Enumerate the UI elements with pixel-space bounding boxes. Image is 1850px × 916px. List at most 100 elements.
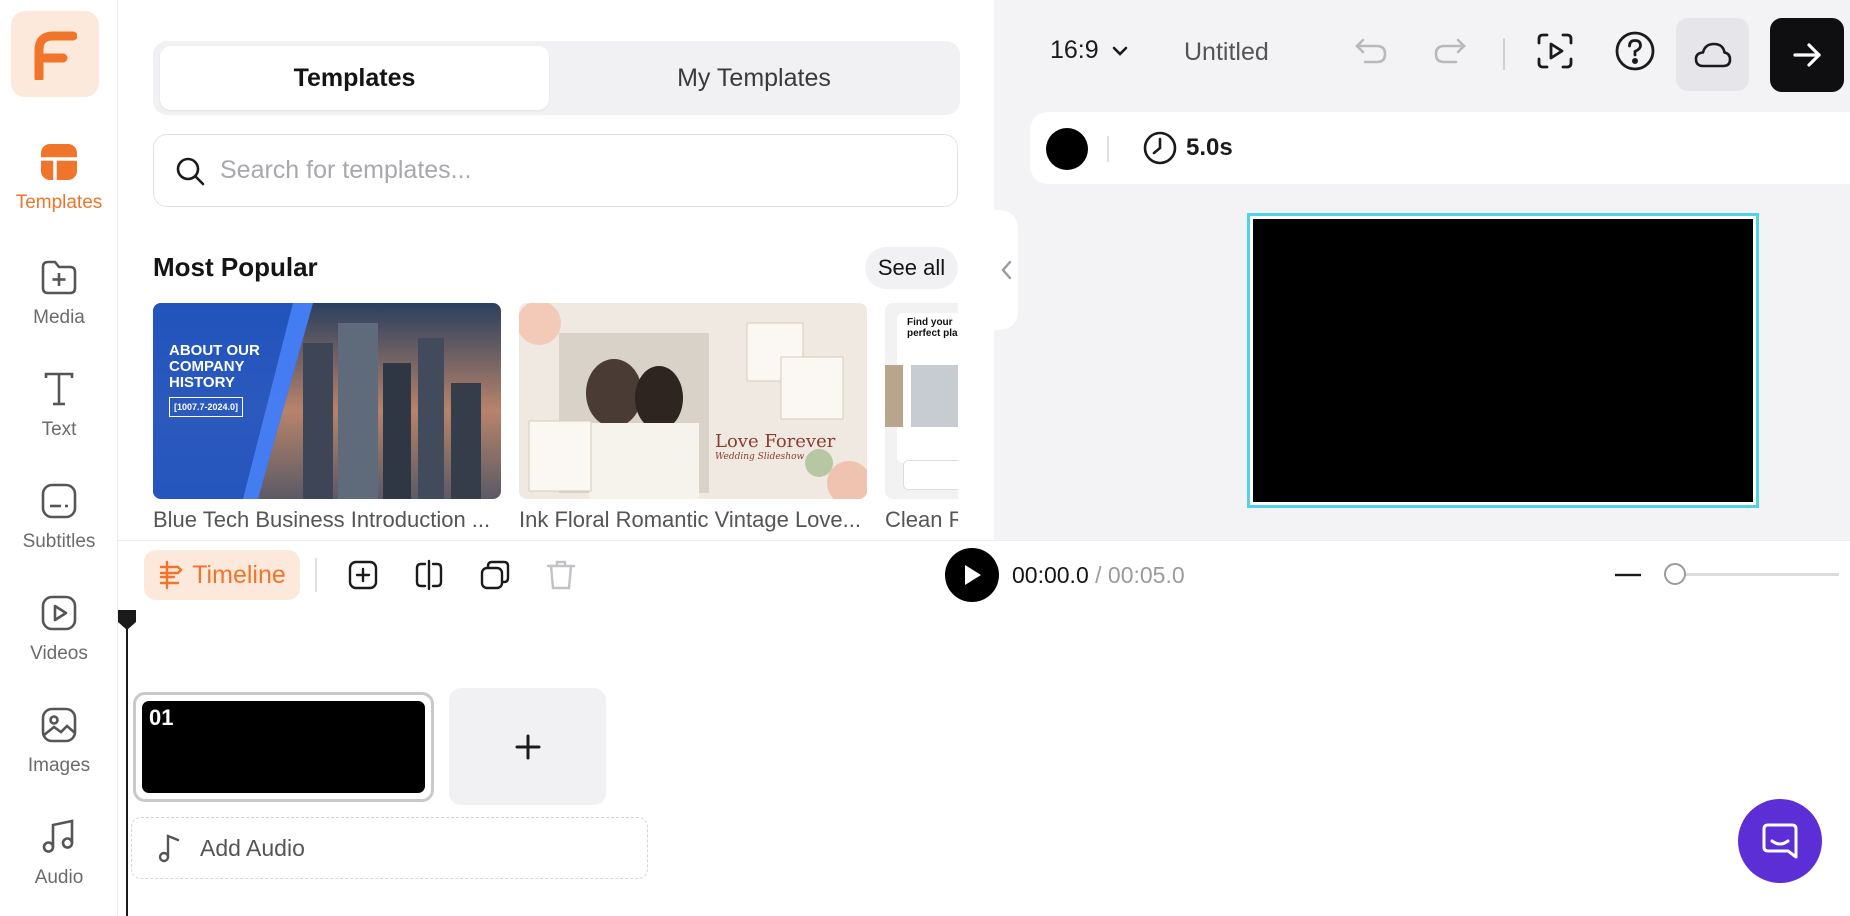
media-icon: [37, 255, 81, 299]
undo-icon: [1355, 38, 1387, 64]
project-title[interactable]: Untitled: [1184, 38, 1269, 67]
sidebar-item-label: Audio: [34, 867, 84, 888]
templates-icon: [37, 140, 81, 184]
playback-time: 00:00.0 / 00:05.0: [1012, 562, 1185, 589]
sidebar-item-videos[interactable]: Videos: [0, 591, 118, 691]
template-caption: Blue Tech Business Introduction ...: [153, 507, 491, 532]
properties-divider: [1107, 136, 1109, 162]
canvas-selection[interactable]: [1247, 213, 1759, 508]
clock-icon: [1143, 131, 1177, 165]
template-card[interactable]: ABOUT OUR COMPANY HISTORY [1007.7-2024.0…: [153, 303, 501, 533]
add-audio-button[interactable]: Add Audio: [131, 817, 648, 879]
delete-button[interactable]: [538, 552, 584, 598]
music-note-icon: [154, 833, 184, 863]
total-time: 00:05.0: [1107, 562, 1185, 588]
template-card[interactable]: Find your perfect plac Clean R: [885, 303, 958, 533]
chevron-down-icon: [1112, 46, 1127, 56]
left-sidebar: Templates Media Text Subtitles Videos Im…: [0, 0, 118, 916]
playhead-line: [126, 610, 128, 916]
collapse-panel-button[interactable]: [994, 210, 1018, 330]
add-scene-tool-button[interactable]: [340, 552, 386, 598]
help-icon: [1615, 31, 1655, 71]
logo-icon: [34, 31, 77, 80]
duplicate-icon: [480, 560, 510, 590]
chat-support-button[interactable]: [1738, 799, 1822, 883]
preview-play-icon: [1537, 33, 1573, 69]
time-separator: /: [1088, 562, 1108, 588]
template-tabs: Templates My Templates: [153, 41, 960, 115]
sidebar-item-templates[interactable]: Templates: [0, 140, 118, 240]
split-icon: [415, 559, 443, 591]
search-icon: [172, 153, 208, 189]
template-carousel: ABOUT OUR COMPANY HISTORY [1007.7-2024.0…: [153, 303, 958, 538]
duration-value: 5.0s: [1186, 134, 1233, 161]
zoom-out-button[interactable]: [1614, 562, 1642, 588]
timeline-toolbar-divider: [315, 558, 317, 592]
split-button[interactable]: [406, 552, 452, 598]
chevron-left-icon: [1001, 260, 1012, 280]
sidebar-item-label: Templates: [15, 192, 103, 213]
add-scene-button[interactable]: [449, 688, 606, 805]
sidebar-item-media[interactable]: Media: [0, 255, 118, 355]
sidebar-item-label: Videos: [30, 643, 88, 664]
sidebar-item-images[interactable]: Images: [0, 703, 118, 803]
template-caption: Ink Floral Romantic Vintage Love...: [519, 507, 861, 532]
arrow-right-icon: [1793, 43, 1821, 67]
help-button[interactable]: [1608, 24, 1662, 78]
cloud-save-button[interactable]: [1676, 18, 1749, 91]
template-thumbnail: Love Forever Wedding Slideshow: [519, 303, 867, 499]
scene-clip-thumbnail: 01: [142, 701, 425, 793]
video-canvas[interactable]: [1253, 219, 1753, 502]
timeline-label: Timeline: [192, 560, 286, 589]
thumbnail-text: Find your perfect plac: [907, 317, 958, 339]
scene-number: 01: [149, 705, 174, 730]
redo-button[interactable]: [1423, 24, 1477, 78]
thumbnail-text: Love Forever Wedding Slideshow: [715, 431, 836, 462]
zoom-slider-handle[interactable]: [1664, 563, 1686, 585]
thumbnail-text: ABOUT OUR COMPANY HISTORY [1007.7-2024.0…: [169, 343, 260, 417]
chat-icon: [1762, 823, 1798, 859]
sidebar-item-text[interactable]: Text: [0, 367, 118, 467]
zoom-slider-track[interactable]: [1664, 573, 1839, 576]
minus-icon: [1615, 573, 1641, 577]
undo-button[interactable]: [1344, 24, 1398, 78]
play-icon: [965, 565, 981, 585]
search-input[interactable]: [220, 156, 920, 185]
template-card[interactable]: Love Forever Wedding Slideshow Ink Flora…: [519, 303, 867, 533]
add-box-icon: [348, 560, 378, 590]
export-button[interactable]: [1770, 18, 1844, 92]
scene-clip[interactable]: 01: [133, 692, 434, 802]
tab-my-templates[interactable]: My Templates: [553, 46, 955, 110]
sidebar-item-label: Subtitles: [22, 531, 96, 552]
subtitles-icon: [37, 479, 81, 523]
text-icon: [37, 367, 81, 411]
sidebar-item-audio[interactable]: Audio: [0, 815, 118, 915]
sidebar-item-subtitles[interactable]: Subtitles: [0, 479, 118, 579]
sidebar-item-label: Media: [33, 307, 85, 328]
template-thumbnail: Find your perfect plac: [885, 303, 958, 499]
aspect-ratio-select[interactable]: 16:9: [1050, 36, 1129, 65]
add-audio-label: Add Audio: [200, 834, 305, 861]
play-button[interactable]: [945, 548, 999, 602]
sidebar-item-label: Text: [41, 419, 77, 440]
duration-control[interactable]: 5.0s: [1142, 130, 1233, 166]
template-search: [153, 134, 958, 207]
images-icon: [37, 703, 81, 747]
audio-icon: [37, 815, 81, 859]
background-color-swatch[interactable]: [1046, 128, 1088, 170]
sidebar-item-label: Images: [27, 755, 91, 776]
preview-button[interactable]: [1528, 24, 1582, 78]
tab-templates[interactable]: Templates: [160, 46, 549, 110]
plus-icon: [515, 734, 540, 759]
template-caption: Clean R: [885, 507, 958, 532]
app-logo[interactable]: [11, 11, 99, 97]
timeline-toggle-button[interactable]: Timeline: [144, 550, 300, 600]
aspect-ratio-value: 16:9: [1050, 36, 1099, 64]
toolbar-divider: [1503, 38, 1505, 70]
duplicate-button[interactable]: [472, 552, 518, 598]
see-all-button[interactable]: See all: [865, 247, 958, 289]
current-time: 00:00.0: [1012, 562, 1089, 588]
videos-icon: [37, 591, 81, 635]
redo-icon: [1434, 38, 1466, 64]
timeline-icon: [160, 560, 183, 590]
